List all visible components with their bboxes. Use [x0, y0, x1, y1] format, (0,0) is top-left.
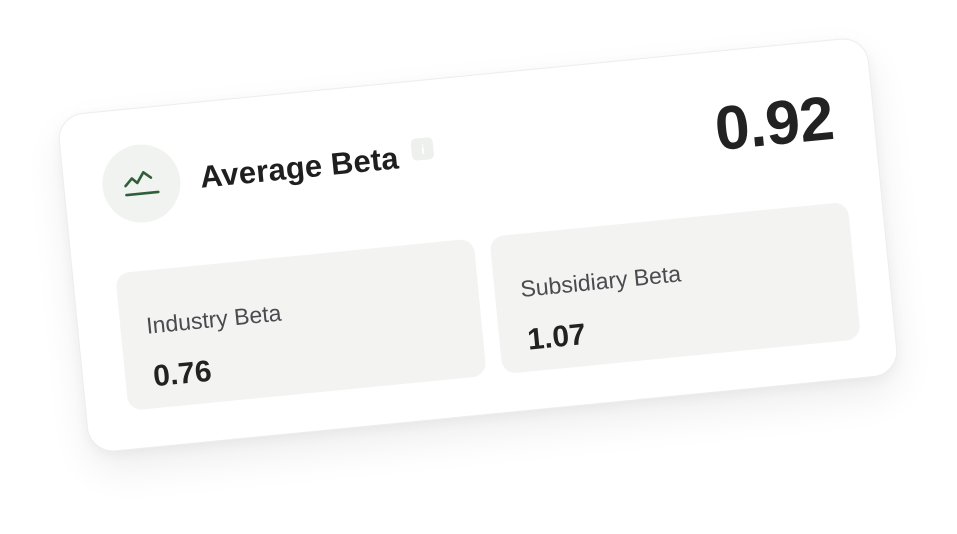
info-icon[interactable]: i [410, 136, 435, 161]
metric-tiles: Industry Beta 0.76 Subsidiary Beta 1.07 [115, 201, 862, 411]
average-beta-card: Average Beta i 0.92 Industry Beta 0.76 S… [56, 36, 900, 454]
industry-beta-tile: Industry Beta 0.76 [115, 238, 487, 411]
stage: Average Beta i 0.92 Industry Beta 0.76 S… [0, 0, 957, 534]
trend-line-icon [98, 140, 185, 227]
card-header: Average Beta i [98, 116, 438, 227]
industry-beta-label: Industry Beta [145, 299, 283, 339]
subsidiary-beta-tile: Subsidiary Beta 1.07 [489, 201, 862, 375]
industry-beta-value: 0.76 [151, 354, 214, 394]
card-title: Average Beta [198, 140, 401, 195]
subsidiary-beta-label: Subsidiary Beta [519, 260, 683, 303]
subsidiary-beta-value: 1.07 [525, 318, 588, 357]
average-beta-value: 0.92 [711, 83, 837, 165]
trend-line-icon-glyph [124, 171, 160, 197]
